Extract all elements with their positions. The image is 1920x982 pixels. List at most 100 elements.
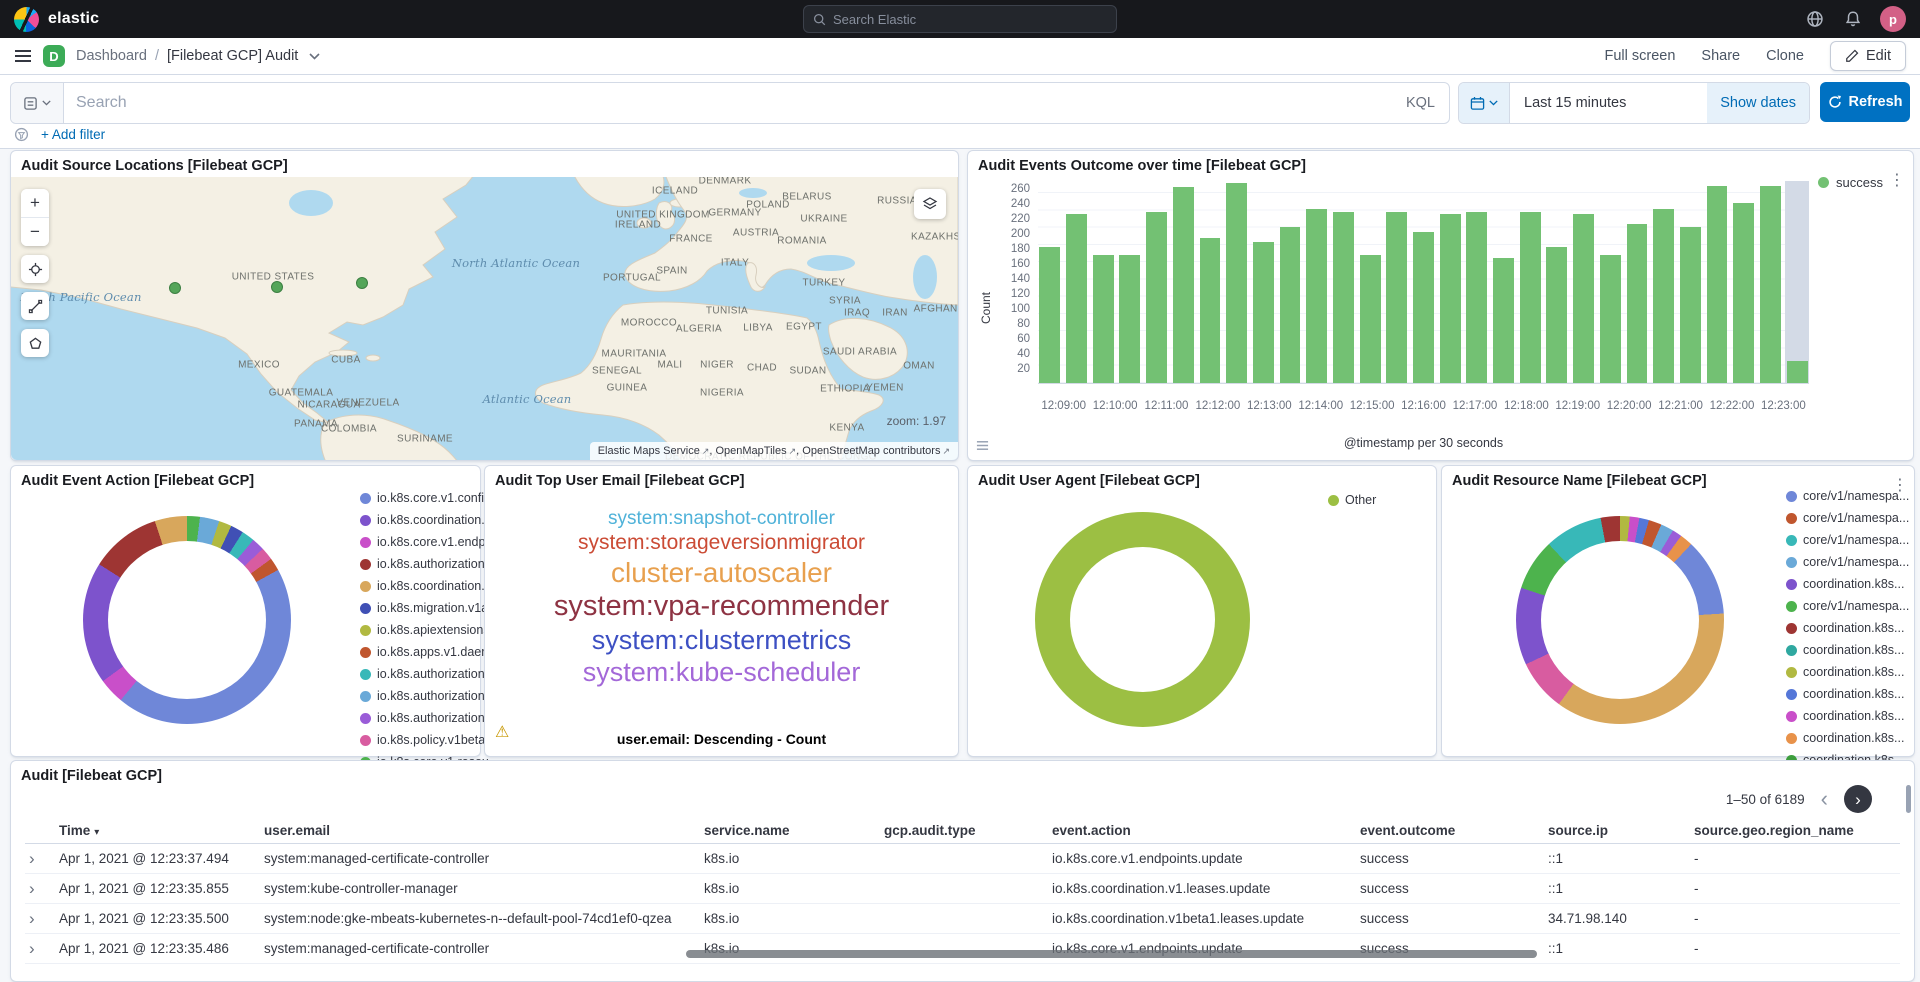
- bar[interactable]: [1545, 181, 1569, 383]
- bar[interactable]: [1305, 181, 1329, 383]
- elastic-logo-icon[interactable]: [14, 7, 39, 32]
- next-page-button[interactable]: ›: [1844, 785, 1872, 813]
- horizontal-scrollbar[interactable]: [686, 950, 1537, 958]
- user-avatar[interactable]: p: [1880, 6, 1906, 32]
- bar[interactable]: [1385, 181, 1409, 383]
- legend-item[interactable]: io.k8s.core.v1.endp...: [360, 536, 472, 549]
- legend-item[interactable]: io.k8s.authorization...: [360, 558, 472, 571]
- fit-to-data-button[interactable]: [21, 255, 49, 283]
- draw-shape-tool-button[interactable]: [21, 329, 49, 357]
- map-marker[interactable]: [356, 277, 368, 289]
- measure-tool-button[interactable]: [21, 292, 49, 320]
- alerts-bell-icon[interactable]: [1842, 8, 1864, 30]
- legend-item[interactable]: io.k8s.authorization...: [360, 712, 472, 725]
- bar[interactable]: [1652, 181, 1676, 383]
- expand-row-chevron-icon[interactable]: ›: [25, 910, 59, 927]
- bar[interactable]: [1198, 181, 1222, 383]
- legend-item[interactable]: core/v1/namespa...: [1786, 512, 1906, 525]
- bar[interactable]: [1171, 181, 1195, 383]
- zoom-out-button[interactable]: −: [21, 217, 49, 246]
- table-vertical-scrollbar[interactable]: [1906, 785, 1911, 813]
- legend-item[interactable]: coordination.k8s...: [1786, 644, 1906, 657]
- bar[interactable]: [1572, 181, 1596, 383]
- legend-item[interactable]: io.k8s.coordination....: [360, 580, 472, 593]
- bar[interactable]: [1785, 181, 1809, 383]
- legend-item[interactable]: coordination.k8s...: [1786, 710, 1906, 723]
- bar[interactable]: [1358, 181, 1382, 383]
- attribution-link[interactable]: Elastic Maps Service↗: [598, 445, 710, 457]
- column-header-service-name[interactable]: service.name: [704, 823, 884, 838]
- legend-item[interactable]: coordination.k8s...: [1786, 578, 1906, 591]
- refresh-button[interactable]: Refresh: [1820, 82, 1910, 122]
- show-dates-button[interactable]: Show dates: [1707, 83, 1809, 123]
- legend-item[interactable]: io.k8s.policy.v1beta...: [360, 734, 472, 747]
- tagcloud-term[interactable]: system:snapshot-controller: [608, 508, 835, 529]
- legend-item[interactable]: Other: [1328, 494, 1428, 507]
- bar[interactable]: [1278, 181, 1302, 383]
- edit-button[interactable]: Edit: [1830, 41, 1906, 71]
- attribution-link[interactable]: , OpenMapTiles↗: [709, 445, 796, 457]
- bar[interactable]: [1118, 181, 1142, 383]
- global-search-input[interactable]: Search Elastic: [803, 5, 1117, 33]
- share-button[interactable]: Share: [1701, 48, 1740, 64]
- bar[interactable]: [1465, 181, 1489, 383]
- previous-page-icon[interactable]: ‹: [1821, 788, 1828, 810]
- legend-item[interactable]: core/v1/namespa...: [1786, 600, 1906, 613]
- event-action-donut-chart[interactable]: [83, 516, 291, 724]
- column-header-event-action[interactable]: event.action: [1052, 823, 1360, 838]
- legend-item[interactable]: core/v1/namespa...: [1786, 490, 1906, 503]
- legend-item[interactable]: core/v1/namespa...: [1786, 556, 1906, 569]
- map-attribution[interactable]: Elastic Maps Service↗, OpenMapTiles↗, Op…: [590, 442, 958, 460]
- expand-row-chevron-icon[interactable]: ›: [25, 850, 59, 867]
- chevron-down-icon[interactable]: [309, 53, 320, 60]
- legend-item[interactable]: io.k8s.apps.v1.daem...: [360, 646, 472, 659]
- legend-item[interactable]: io.k8s.core.v1.confi...: [360, 492, 472, 505]
- bar[interactable]: [1732, 181, 1756, 383]
- user-agent-donut-chart[interactable]: [1035, 512, 1250, 727]
- expand-row-chevron-icon[interactable]: ›: [25, 880, 59, 897]
- bar[interactable]: [1145, 181, 1169, 383]
- legend-item[interactable]: coordination.k8s...: [1786, 688, 1906, 701]
- bar[interactable]: [1332, 181, 1356, 383]
- tagcloud-term[interactable]: system:storageversionmigrator: [578, 531, 865, 555]
- world-map[interactable]: UNITED STATESMEXICOCUBAGUATEMALANICARAGU…: [11, 177, 958, 460]
- column-header-user-email[interactable]: user.email: [264, 823, 704, 838]
- calendar-menu-button[interactable]: [1459, 83, 1510, 123]
- globe-icon[interactable]: [1804, 8, 1826, 30]
- kql-language-button[interactable]: KQL: [1406, 95, 1435, 111]
- time-range-value[interactable]: Last 15 minutes: [1510, 83, 1707, 123]
- expand-row-chevron-icon[interactable]: ›: [25, 940, 59, 957]
- column-header-gcp-audit-type[interactable]: gcp.audit.type: [884, 823, 1052, 838]
- space-badge[interactable]: D: [43, 45, 65, 67]
- tagcloud-term[interactable]: system:vpa-recommender: [554, 590, 889, 622]
- bar[interactable]: [1065, 181, 1089, 383]
- legend-item[interactable]: coordination.k8s...: [1786, 622, 1906, 635]
- map-layers-button[interactable]: [914, 189, 946, 219]
- zoom-in-button[interactable]: +: [21, 189, 49, 217]
- map-marker[interactable]: [169, 282, 181, 294]
- legend-item[interactable]: io.k8s.authorization...: [360, 690, 472, 703]
- bar[interactable]: [1412, 181, 1436, 383]
- bar[interactable]: [1705, 181, 1729, 383]
- legend-item[interactable]: io.k8s.coordination....: [360, 514, 472, 527]
- full-screen-button[interactable]: Full screen: [1604, 48, 1675, 64]
- clone-button[interactable]: Clone: [1766, 48, 1804, 64]
- tagcloud-term[interactable]: system:clustermetrics: [592, 625, 852, 655]
- bar[interactable]: [1252, 181, 1276, 383]
- column-header-source-ip[interactable]: source.ip: [1548, 823, 1694, 838]
- legend-item[interactable]: io.k8s.apiextensions...: [360, 624, 472, 637]
- chart-legend-success[interactable]: success: [1818, 175, 1883, 190]
- column-header-source-geo-region-name[interactable]: source.geo.region_name: [1694, 823, 1900, 838]
- tagcloud-term[interactable]: cluster-autoscaler: [611, 557, 832, 588]
- filter-manage-icon[interactable]: [14, 127, 29, 142]
- bar[interactable]: [1225, 181, 1249, 383]
- bar[interactable]: [1625, 181, 1649, 383]
- tagcloud-term[interactable]: system:kube-scheduler: [583, 657, 861, 687]
- legend-item[interactable]: core/v1/namespa...: [1786, 534, 1906, 547]
- map-marker[interactable]: [271, 281, 283, 293]
- bar[interactable]: [1679, 181, 1703, 383]
- bar[interactable]: [1438, 181, 1462, 383]
- resource-name-donut-chart[interactable]: [1516, 516, 1724, 724]
- breadcrumb-dashboard[interactable]: Dashboard: [76, 48, 147, 64]
- kql-search-input[interactable]: Search KQL: [10, 82, 1450, 124]
